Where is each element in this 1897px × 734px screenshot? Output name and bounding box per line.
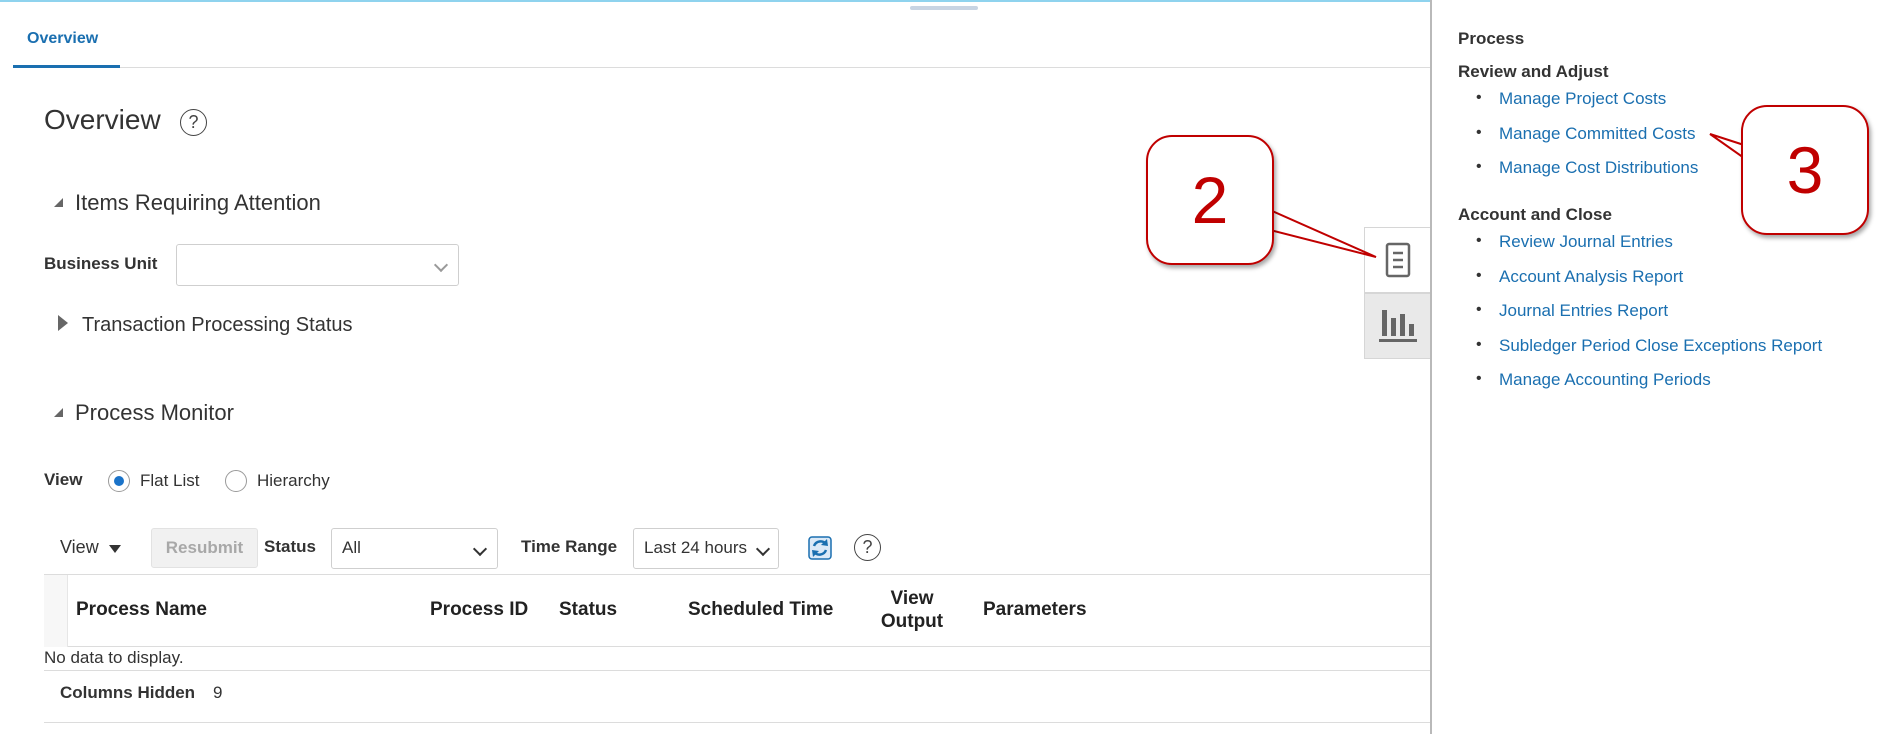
list-item: Subledger Period Close Exceptions Report [1473, 336, 1822, 371]
column-header-status[interactable]: Status [559, 599, 617, 621]
business-unit-label: Business Unit [44, 254, 158, 273]
radio-flat-list[interactable]: Flat List [108, 470, 200, 492]
list-item: Journal Entries Report [1473, 301, 1822, 336]
help-icon[interactable]: ? [854, 534, 881, 561]
column-header-parameters[interactable]: Parameters [983, 599, 1087, 621]
view-menu[interactable]: View [60, 537, 121, 558]
page-title: Overview [44, 104, 161, 135]
expand-triangle-icon [58, 315, 68, 331]
radio-label: Flat List [140, 471, 200, 490]
column-header-scheduled-time[interactable]: Scheduled Time [688, 599, 833, 621]
link-manage-cost-distributions[interactable]: Manage Cost Distributions [1499, 158, 1698, 177]
section-items-requiring-attention[interactable]: Items Requiring Attention [54, 190, 321, 216]
section-transaction-processing-status[interactable]: Transaction Processing Status [58, 314, 353, 337]
radio-label: Hierarchy [257, 471, 330, 490]
link-manage-accounting-periods[interactable]: Manage Accounting Periods [1499, 370, 1711, 389]
business-unit-select[interactable] [176, 244, 459, 286]
radio-hierarchy[interactable]: Hierarchy [225, 470, 330, 492]
status-value: All [342, 538, 361, 557]
list-item: Manage Committed Costs [1473, 124, 1698, 159]
collapse-triangle-icon [54, 408, 63, 417]
callout-2: 2 [1146, 135, 1274, 265]
link-manage-project-costs[interactable]: Manage Project Costs [1499, 89, 1666, 108]
columns-hidden-count: 9 [213, 683, 223, 702]
list-item: Manage Project Costs [1473, 89, 1698, 124]
radio-button[interactable] [225, 470, 247, 492]
tasks-icon [1385, 242, 1411, 278]
link-review-journal-entries[interactable]: Review Journal Entries [1499, 232, 1673, 251]
chevron-down-icon [433, 257, 449, 273]
collapse-triangle-icon [54, 198, 63, 207]
columns-hidden-row: Columns Hidden 9 [44, 670, 1430, 723]
review-and-adjust-list: Manage Project Costs Manage Committed Co… [1473, 89, 1698, 193]
resubmit-button[interactable]: Resubmit [151, 528, 258, 568]
view-menu-label: View [60, 537, 99, 557]
analytics-panel-tab[interactable] [1364, 293, 1430, 359]
group-review-and-adjust: Review and Adjust [1458, 62, 1609, 81]
list-item: Manage Accounting Periods [1473, 370, 1822, 405]
tasks-panel-tab[interactable] [1364, 227, 1430, 293]
section-title: Items Requiring Attention [75, 190, 321, 215]
row-selector-gutter [44, 575, 68, 647]
columns-hidden-label: Columns Hidden [60, 683, 196, 702]
view-label: View [44, 470, 83, 489]
time-range-label: Time Range [521, 537, 618, 556]
caret-down-icon [108, 545, 121, 553]
tab-overview[interactable]: Overview [13, 20, 120, 68]
radio-button[interactable] [108, 470, 130, 492]
column-header-process-name[interactable]: Process Name [76, 599, 207, 621]
chevron-down-icon [755, 541, 771, 557]
account-and-close-list: Review Journal Entries Account Analysis … [1473, 232, 1822, 405]
tab-bar: Overview [13, 20, 1430, 68]
analytics-icon [1379, 310, 1417, 342]
status-label: Status [264, 537, 316, 556]
list-item: Account Analysis Report [1473, 267, 1822, 302]
link-account-analysis-report[interactable]: Account Analysis Report [1499, 267, 1683, 286]
group-account-and-close: Account and Close [1458, 205, 1612, 224]
list-item: Review Journal Entries [1473, 232, 1822, 267]
panel-grip-handle[interactable] [910, 6, 978, 10]
list-item: Manage Cost Distributions [1473, 158, 1698, 193]
callout-3: 3 [1741, 105, 1869, 235]
section-title: Transaction Processing Status [82, 314, 353, 336]
link-manage-committed-costs[interactable]: Manage Committed Costs [1499, 124, 1696, 143]
link-subledger-period-close-exceptions-report[interactable]: Subledger Period Close Exceptions Report [1499, 336, 1822, 355]
column-header-process-id[interactable]: Process ID [430, 599, 528, 621]
table-header: Process Name Process ID Status Scheduled… [44, 575, 1430, 647]
chevron-down-icon [472, 541, 488, 557]
column-header-view-output[interactable]: View Output [877, 587, 947, 633]
section-title: Process Monitor [75, 400, 234, 425]
help-icon[interactable]: ? [180, 109, 207, 136]
empty-table-message: No data to display. [44, 648, 184, 667]
link-journal-entries-report[interactable]: Journal Entries Report [1499, 301, 1668, 320]
status-select[interactable]: All [331, 528, 498, 569]
time-range-select[interactable]: Last 24 hours [633, 528, 779, 569]
time-range-value: Last 24 hours [644, 538, 748, 557]
refresh-icon[interactable] [806, 534, 834, 562]
panel-title: Process [1458, 29, 1525, 48]
section-process-monitor[interactable]: Process Monitor [54, 400, 234, 426]
side-panel-tabs [1364, 227, 1430, 359]
